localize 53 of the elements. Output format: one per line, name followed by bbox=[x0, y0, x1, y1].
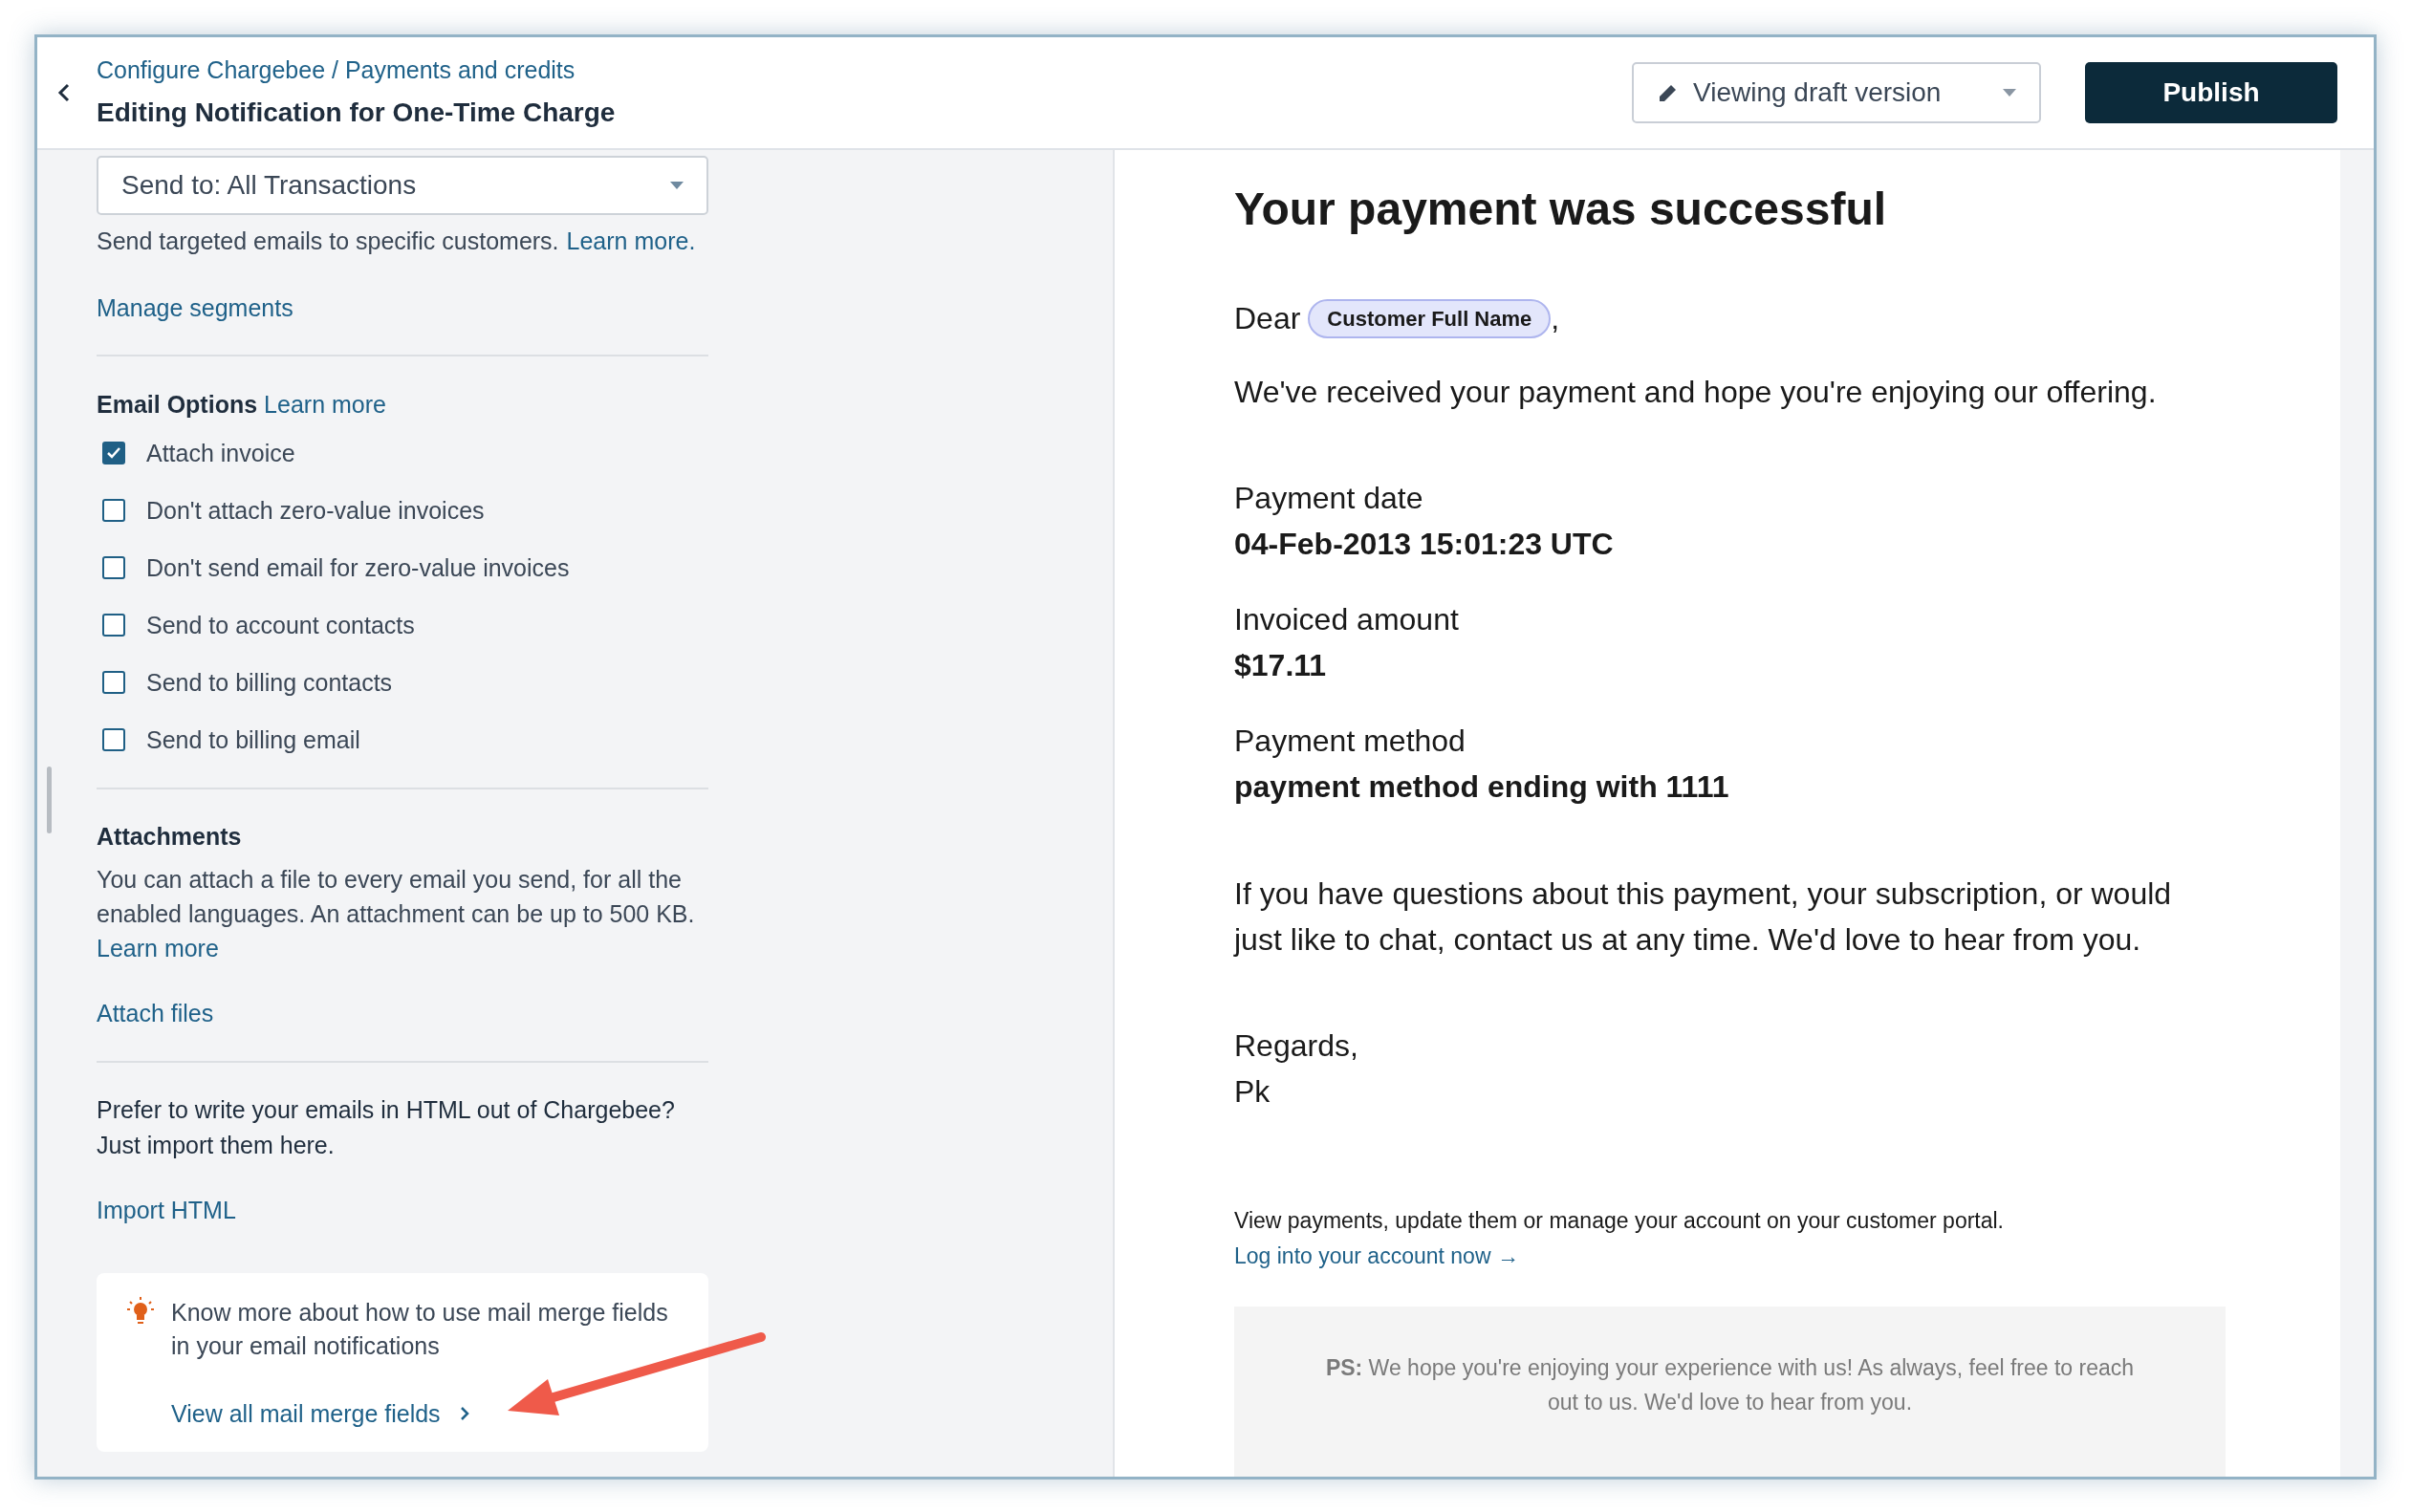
field-value: 04-Feb-2013 15:01:23 UTC bbox=[1234, 526, 1615, 563]
attachments-description: You can attach a file to every email you send, for all the enabled languages. An attachment can be up to 500 KB. bbox=[97, 865, 696, 929]
email-text: If you have questions about this payment, your subscription, or would just like to chat, contact us at any time. We'd love to hear from you. bbox=[1234, 875, 2173, 959]
field-value: payment method ending with 1111 bbox=[1234, 768, 1730, 806]
checkbox[interactable] bbox=[102, 671, 125, 694]
import-description: Prefer to write your emails in HTML out of Chargebee? Just import them here. bbox=[97, 1095, 676, 1160]
mail-merge-fields-link[interactable]: View all mail merge fields bbox=[171, 1398, 668, 1429]
publish-button[interactable]: Publish bbox=[2085, 62, 2337, 123]
learn-more-link[interactable]: Learn more. bbox=[566, 226, 696, 256]
field-value: $17.11 bbox=[1234, 647, 1328, 684]
section-title: Attachments bbox=[97, 822, 243, 852]
signature: Pk bbox=[1234, 1073, 1271, 1111]
import-html-link[interactable]: Import HTML bbox=[97, 1195, 708, 1225]
email-text: We've received your payment and hope you're enjoying our offering. bbox=[1234, 374, 2158, 411]
page-title: Editing Notification for One-Time Charge bbox=[97, 96, 616, 129]
checkbox[interactable] bbox=[102, 442, 125, 464]
help-text: Send targeted emails to specific customers. bbox=[97, 227, 559, 256]
send-to-dropdown[interactable]: Send to: All Transactions bbox=[97, 156, 708, 215]
checkbox-label: Attach invoice bbox=[146, 439, 295, 468]
section-title: Email Options bbox=[97, 390, 258, 420]
email-heading: Your payment was successful bbox=[1234, 183, 1888, 236]
checkbox-label: Send to billing email bbox=[146, 725, 360, 755]
checkbox-label: Send to billing contacts bbox=[146, 668, 393, 698]
breadcrumb[interactable]: Configure Chargebee / Payments and credits bbox=[97, 53, 616, 89]
caret-icon bbox=[670, 182, 684, 189]
manage-segments-link[interactable]: Manage segments bbox=[97, 292, 708, 323]
merge-field-tag: Customer Full Name bbox=[1308, 298, 1552, 338]
back-icon[interactable] bbox=[56, 82, 72, 103]
portal-text: View payments, update them or manage your account on your customer portal. bbox=[1234, 1207, 2005, 1235]
checkbox[interactable] bbox=[102, 614, 125, 637]
attach-files-link[interactable]: Attach files bbox=[97, 998, 708, 1028]
checkbox[interactable] bbox=[102, 499, 125, 522]
checkbox[interactable] bbox=[102, 728, 125, 751]
caret-icon bbox=[2003, 89, 2016, 97]
greeting: Dear bbox=[1234, 300, 1301, 337]
chevron-icon bbox=[459, 1406, 469, 1421]
field-label: Invoiced amount bbox=[1234, 601, 1460, 638]
sign-off: Regards, bbox=[1234, 1027, 1359, 1065]
checkbox-label: Don't attach zero-value invoices bbox=[146, 496, 485, 526]
checkbox-label: Don't send email for zero-value invoices bbox=[146, 553, 570, 583]
checkbox-label: Send to account contacts bbox=[146, 611, 415, 640]
ps-text: PS: We hope you're enjoying your experience with us! As always, feel free to reach out to us. We'd love to hear from you. bbox=[1324, 1354, 2136, 1416]
lightbulb-icon bbox=[125, 1296, 156, 1327]
version-dropdown[interactable]: Viewing draft version bbox=[1632, 62, 2041, 123]
greeting-punctuation: , bbox=[1551, 300, 1560, 337]
log-in-link[interactable]: Log into your account now → bbox=[1234, 1241, 2226, 1271]
field-label: Payment date bbox=[1234, 480, 1424, 517]
learn-more-link[interactable]: Learn more bbox=[264, 389, 386, 420]
field-label: Payment method bbox=[1234, 723, 1466, 760]
learn-more-link[interactable]: Learn more bbox=[97, 931, 708, 965]
scroll-handle[interactable] bbox=[47, 767, 52, 833]
checkbox[interactable] bbox=[102, 556, 125, 579]
tip-text: Know more about how to use mail merge fields in your email notifications bbox=[171, 1298, 668, 1361]
